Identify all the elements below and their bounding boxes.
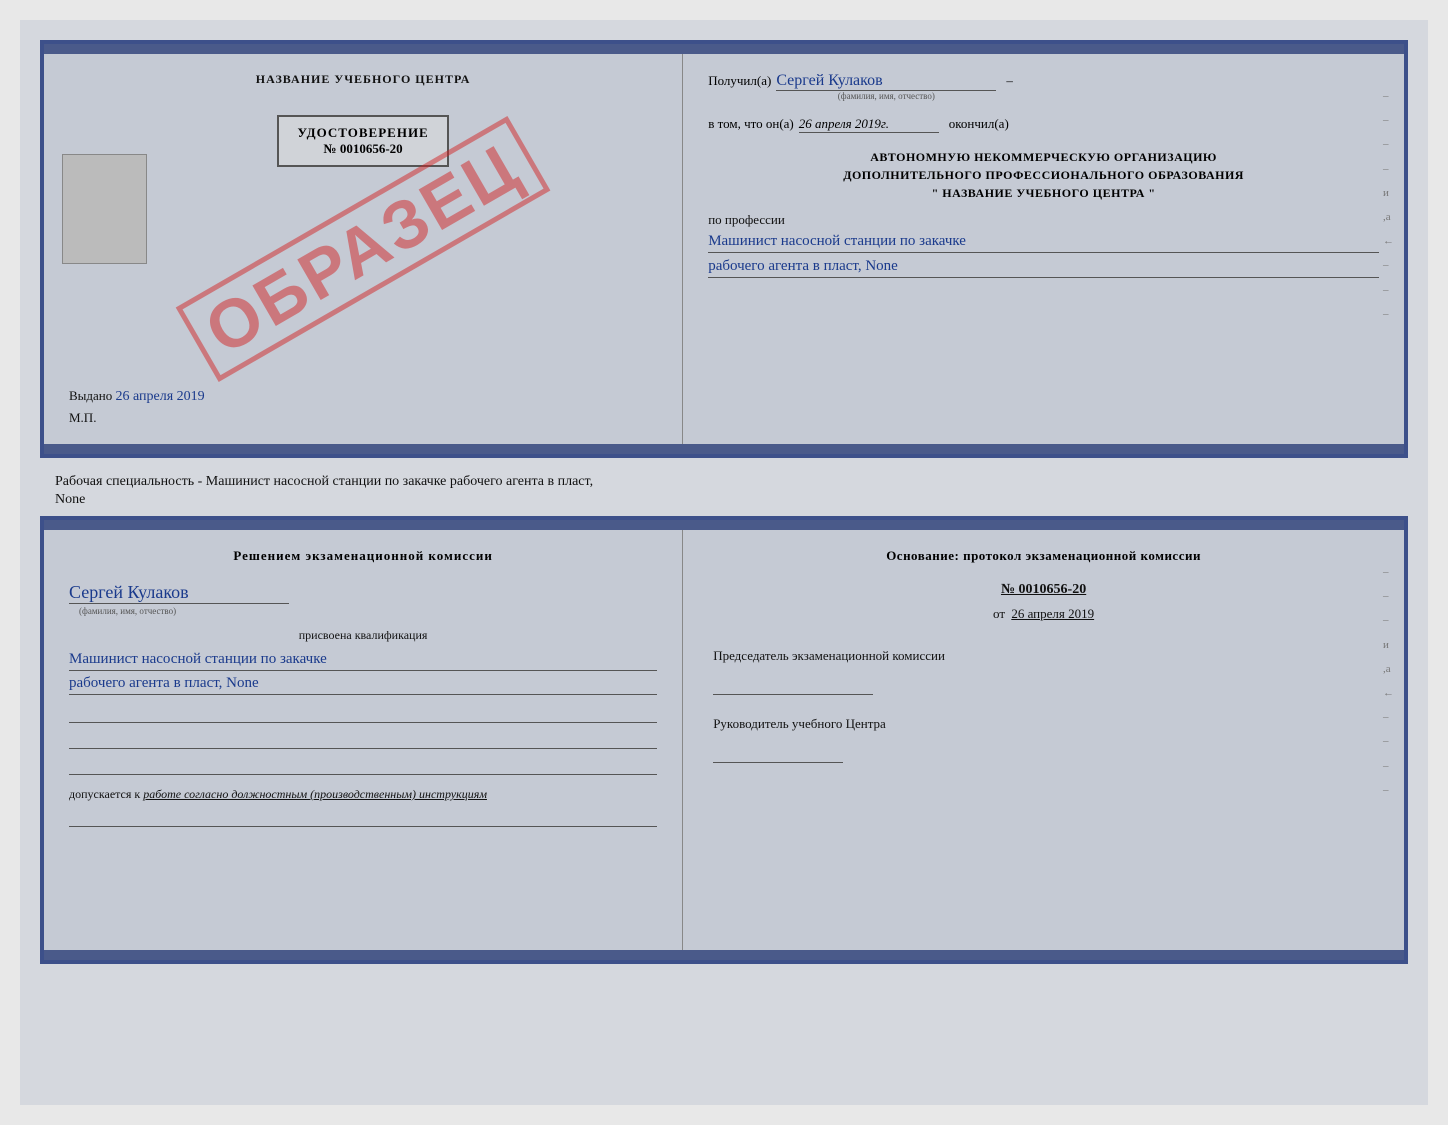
predsedatel-label: Председатель экзаменационной комиссии <box>713 647 1374 665</box>
empty-line-2 <box>69 729 657 749</box>
mp-line: М.П. <box>64 410 96 426</box>
ot-line: от 26 апреля 2019 <box>713 606 1374 622</box>
org-block: АВТОНОМНУЮ НЕКОММЕРЧЕСКУЮ ОРГАНИЗАЦИЮ ДО… <box>708 148 1379 202</box>
right-dashes: –––– и,а← ––– <box>1383 84 1394 326</box>
dopuskaetsya-label: допускается к <box>69 787 140 801</box>
empty-line-3 <box>69 755 657 775</box>
top-left-panel: НАЗВАНИЕ УЧЕБНОГО ЦЕНТРА УДОСТОВЕРЕНИЕ №… <box>44 54 683 444</box>
bottom-document: Решением экзаменационной комиссии Сергей… <box>40 516 1408 964</box>
empty-line-4 <box>69 807 657 827</box>
ot-date: 26 апреля 2019 <box>1011 606 1094 621</box>
dopuskaetsya-row: допускается к работе согласно должностны… <box>69 787 657 802</box>
profession-line2: рабочего агента в пласт, None <box>708 258 1379 278</box>
rukovoditel-signature-line <box>713 738 843 763</box>
vtom-label: в том, что он(а) <box>708 116 794 132</box>
org-line1: АВТОНОМНУЮ НЕКОММЕРЧЕСКУЮ ОРГАНИЗАЦИЮ <box>708 148 1379 166</box>
vibano-date: 26 апреля 2019 <box>116 389 205 404</box>
protocol-number: № 0010656-20 <box>713 582 1374 598</box>
vibano-label: Выдано <box>69 388 112 403</box>
okonchill-label: окончил(а) <box>949 116 1009 132</box>
prisvoyena-text: присвоена квалификация <box>69 628 657 643</box>
bottom-right-panel: Основание: протокол экзаменационной коми… <box>683 530 1404 950</box>
resheniyem-title: Решением экзаменационной комиссии <box>69 548 657 564</box>
bottom-name-value: Сергей Кулаков <box>69 582 289 604</box>
udostoverenie-number: № 0010656-20 <box>297 141 428 157</box>
po-professii-label: по профессии <box>708 212 1379 228</box>
poluchil-value: Сергей Кулаков <box>776 72 996 91</box>
vtom-date: 26 апреля 2019г. <box>799 116 939 133</box>
profession-line1: Машинист насосной станции по закачке <box>708 233 1379 253</box>
poluchil-row: Получил(а) Сергей Кулаков (фамилия, имя,… <box>708 72 1379 101</box>
top-right-panel: Получил(а) Сергей Кулаков (фамилия, имя,… <box>683 54 1404 444</box>
dopuskaetsya-value: работе согласно должностным (производств… <box>143 787 487 801</box>
top-center-title: НАЗВАНИЕ УЧЕБНОГО ЦЕНТРА <box>256 72 471 87</box>
predsedatel-signature-line <box>713 670 873 695</box>
rukovoditel-label: Руководитель учебного Центра <box>713 715 1374 733</box>
qualification-line2: рабочего агента в пласт, None <box>69 675 657 695</box>
separator-text-2: None <box>40 492 1408 516</box>
right-dashes-bottom: ––– и,а← –––– <box>1383 560 1394 802</box>
osnovanie-title: Основание: протокол экзаменационной коми… <box>713 548 1374 564</box>
bottom-left-panel: Решением экзаменационной комиссии Сергей… <box>44 530 683 950</box>
poluchil-label: Получил(а) <box>708 73 771 89</box>
ot-label: от <box>993 606 1005 621</box>
poluchil-hint: (фамилия, имя, отчество) <box>776 91 996 101</box>
separator-text-1: Рабочая специальность - Машинист насосно… <box>40 468 1408 492</box>
empty-line-1 <box>69 703 657 723</box>
photo-placeholder <box>62 154 147 264</box>
qualification-line1: Машинист насосной станции по закачке <box>69 651 657 671</box>
org-line3: " НАЗВАНИЕ УЧЕБНОГО ЦЕНТРА " <box>708 184 1379 202</box>
udostoverenie-title: УДОСТОВЕРЕНИЕ <box>297 125 428 141</box>
bottom-name-hint: (фамилия, имя, отчество) <box>69 606 657 616</box>
vibano-line: Выдано 26 апреля 2019 <box>64 388 205 405</box>
vtom-row: в том, что он(а) 26 апреля 2019г. окончи… <box>708 116 1379 133</box>
udostoverenie-box: УДОСТОВЕРЕНИЕ № 0010656-20 <box>277 115 448 167</box>
dash-sep: – <box>1006 73 1013 89</box>
org-line2: ДОПОЛНИТЕЛЬНОГО ПРОФЕССИОНАЛЬНОГО ОБРАЗО… <box>708 166 1379 184</box>
